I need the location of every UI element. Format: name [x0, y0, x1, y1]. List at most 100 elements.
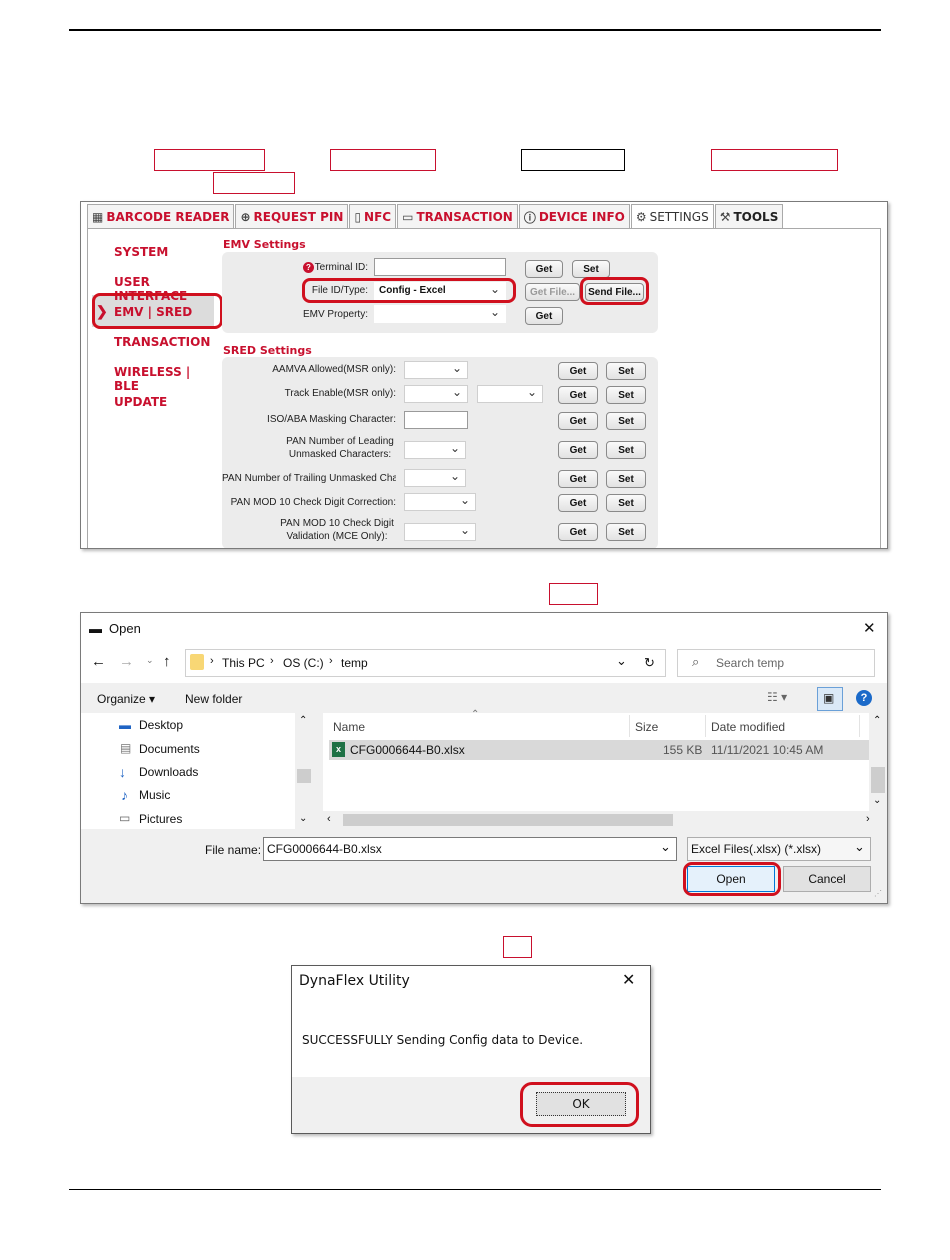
column-header-size[interactable]: Size	[635, 720, 658, 734]
track-set-button[interactable]: Set	[606, 386, 646, 404]
mod10-correction-set-button[interactable]: Set	[606, 494, 646, 512]
trailing-set-button[interactable]: Set	[606, 470, 646, 488]
nav-item-downloads[interactable]: Downloads	[139, 765, 198, 779]
tab-settings[interactable]: ⚙ SETTINGS	[630, 204, 714, 229]
tab-device-info[interactable]: ⓘ DEVICE INFO	[518, 204, 630, 229]
nav-item-documents[interactable]: Documents	[139, 742, 200, 756]
scroll-up-icon[interactable]: ⌃	[873, 715, 881, 726]
mod10-validation-get-button[interactable]: Get	[558, 523, 598, 541]
sred-row-label: Track Enable(MSR only):	[284, 388, 396, 399]
scroll-down-icon[interactable]: ⌄	[873, 795, 881, 806]
search-icon: ⌕	[692, 654, 700, 669]
leading-get-button[interactable]: Get	[558, 441, 598, 459]
nav-scroll-thumb[interactable]	[297, 769, 311, 783]
nav-item-pictures[interactable]: Pictures	[139, 812, 182, 826]
organize-button[interactable]: Organize ▾	[97, 692, 155, 706]
scroll-down-icon[interactable]: ⌄	[299, 813, 307, 824]
masking-set-button[interactable]: Set	[606, 412, 646, 430]
open-dialog-title: Open	[109, 621, 141, 636]
new-folder-button[interactable]: New folder	[185, 692, 242, 706]
mod10-correction-get-button[interactable]: Get	[558, 494, 598, 512]
emv-property-get-button[interactable]: Get	[525, 307, 563, 325]
back-arrow-icon[interactable]: ←	[91, 653, 106, 670]
sort-ascending-icon: ⌃	[471, 709, 480, 720]
breadcrumb-this-pc[interactable]: This PC	[222, 656, 265, 670]
resize-grip-icon[interactable]: ⋰	[874, 889, 882, 898]
nav-item-desktop[interactable]: Desktop	[139, 718, 183, 732]
tab-nfc[interactable]: ▯ NFC	[349, 204, 397, 229]
scroll-up-icon[interactable]: ⌃	[299, 715, 307, 726]
column-divider	[629, 715, 630, 737]
history-chevron-icon[interactable]: ⌄	[146, 655, 154, 666]
breadcrumb-separator: ›	[270, 655, 274, 667]
open-title-bar	[81, 613, 887, 643]
cancel-button[interactable]: Cancel	[783, 866, 871, 892]
highlight-file-id-type	[302, 278, 516, 303]
desktop-icon: ▬	[119, 718, 131, 732]
sred-row-label: PAN MOD 10 Check Digit Validation (MCE O…	[280, 518, 394, 542]
column-header-name[interactable]: Name	[333, 720, 365, 734]
aamva-set-button[interactable]: Set	[606, 362, 646, 380]
search-input[interactable]: ⌕ Search temp	[677, 649, 875, 677]
nav-item-music[interactable]: Music	[139, 788, 170, 802]
table-row[interactable]: x CFG0006644-B0.xlsx 155 KB 11/11/2021 1…	[329, 740, 869, 760]
sidebar-item-update[interactable]: UPDATE	[114, 395, 167, 409]
horizontal-scroll-thumb[interactable]	[343, 814, 673, 826]
breadcrumb-os-c[interactable]: OS (C:)	[283, 656, 324, 670]
mod10-correction-select[interactable]: ⌄	[404, 493, 476, 511]
chevron-down-icon: ⌄	[854, 839, 865, 854]
refresh-button[interactable]: ↻	[637, 649, 666, 677]
sidebar-item-wireless-ble[interactable]: WIRELESS | BLE	[114, 365, 214, 393]
scroll-left-icon[interactable]: ‹	[327, 813, 331, 825]
forward-arrow-icon[interactable]: →	[119, 653, 134, 670]
chevron-down-icon[interactable]: ⌄	[616, 653, 627, 669]
trailing-get-button[interactable]: Get	[558, 470, 598, 488]
column-header-date[interactable]: Date modified	[711, 720, 785, 734]
terminal-id-input[interactable]	[374, 258, 506, 276]
sred-row-label: PAN MOD 10 Check Digit Correction:	[230, 497, 396, 508]
leading-unmasked-select[interactable]: ⌄	[404, 441, 466, 459]
sidebar-item-system[interactable]: SYSTEM	[114, 245, 168, 259]
aamva-select[interactable]: ⌄	[404, 361, 468, 379]
masking-char-input[interactable]	[404, 411, 468, 429]
emv-property-select[interactable]: ⌄	[374, 305, 506, 323]
nfc-icon: ▯	[354, 210, 362, 224]
trailing-unmasked-select[interactable]: ⌄	[404, 469, 466, 487]
message-text: SUCCESSFULLY Sending Config data to Devi…	[302, 1033, 584, 1047]
chevron-down-icon[interactable]: ⌄	[660, 839, 671, 855]
file-type-select[interactable]: Excel Files(.xlsx) (*.xlsx) ⌄	[687, 837, 871, 861]
close-icon[interactable]: ✕	[863, 619, 876, 637]
scroll-right-icon[interactable]: ›	[866, 813, 870, 825]
tab-bar: ▦ BARCODE READER ⊕ REQUEST PIN ▯ NFC ▭ TRANS…	[87, 204, 784, 229]
up-arrow-icon[interactable]: ↑	[163, 653, 171, 670]
tab-request-pin[interactable]: ⊕ REQUEST PIN	[235, 204, 349, 229]
view-options-icon[interactable]: ☷ ▾	[767, 690, 787, 704]
mod10-validation-set-button[interactable]: Set	[606, 523, 646, 541]
mod10-validation-select[interactable]: ⌄	[404, 523, 476, 541]
track-get-button[interactable]: Get	[558, 386, 598, 404]
highlight-emv-sred	[92, 293, 223, 329]
aamva-get-button[interactable]: Get	[558, 362, 598, 380]
masking-get-button[interactable]: Get	[558, 412, 598, 430]
chevron-down-icon: ⌄	[451, 361, 462, 375]
sidebar-item-transaction[interactable]: TRANSACTION	[114, 335, 210, 349]
preview-pane-button[interactable]: ▣	[817, 687, 843, 711]
close-icon[interactable]: ✕	[622, 970, 635, 989]
breadcrumb-temp[interactable]: temp	[341, 656, 368, 670]
tab-transaction[interactable]: ▭ TRANSACTION	[397, 204, 518, 229]
terminal-get-button[interactable]: Get	[525, 260, 563, 278]
track-enable-select-1[interactable]: ⌄	[404, 385, 468, 403]
tools-icon: ⚒	[719, 210, 731, 224]
tab-barcode-reader[interactable]: ▦ BARCODE READER	[87, 204, 235, 229]
help-icon[interactable]: ?	[856, 690, 872, 706]
address-bar[interactable]: › This PC › OS (C:) › temp ⌄	[185, 649, 639, 677]
get-file-button[interactable]: Get File...	[525, 283, 580, 301]
chevron-down-icon: ⌄	[459, 493, 470, 507]
reference-box	[213, 172, 295, 194]
terminal-set-button[interactable]: Set	[572, 260, 610, 278]
file-name-input[interactable]: CFG0006644-B0.xlsx ⌄	[263, 837, 677, 861]
tab-tools[interactable]: ⚒ TOOLS	[714, 204, 784, 229]
file-scroll-thumb[interactable]	[871, 767, 885, 793]
leading-set-button[interactable]: Set	[606, 441, 646, 459]
track-enable-select-2[interactable]: ⌄	[477, 385, 543, 403]
